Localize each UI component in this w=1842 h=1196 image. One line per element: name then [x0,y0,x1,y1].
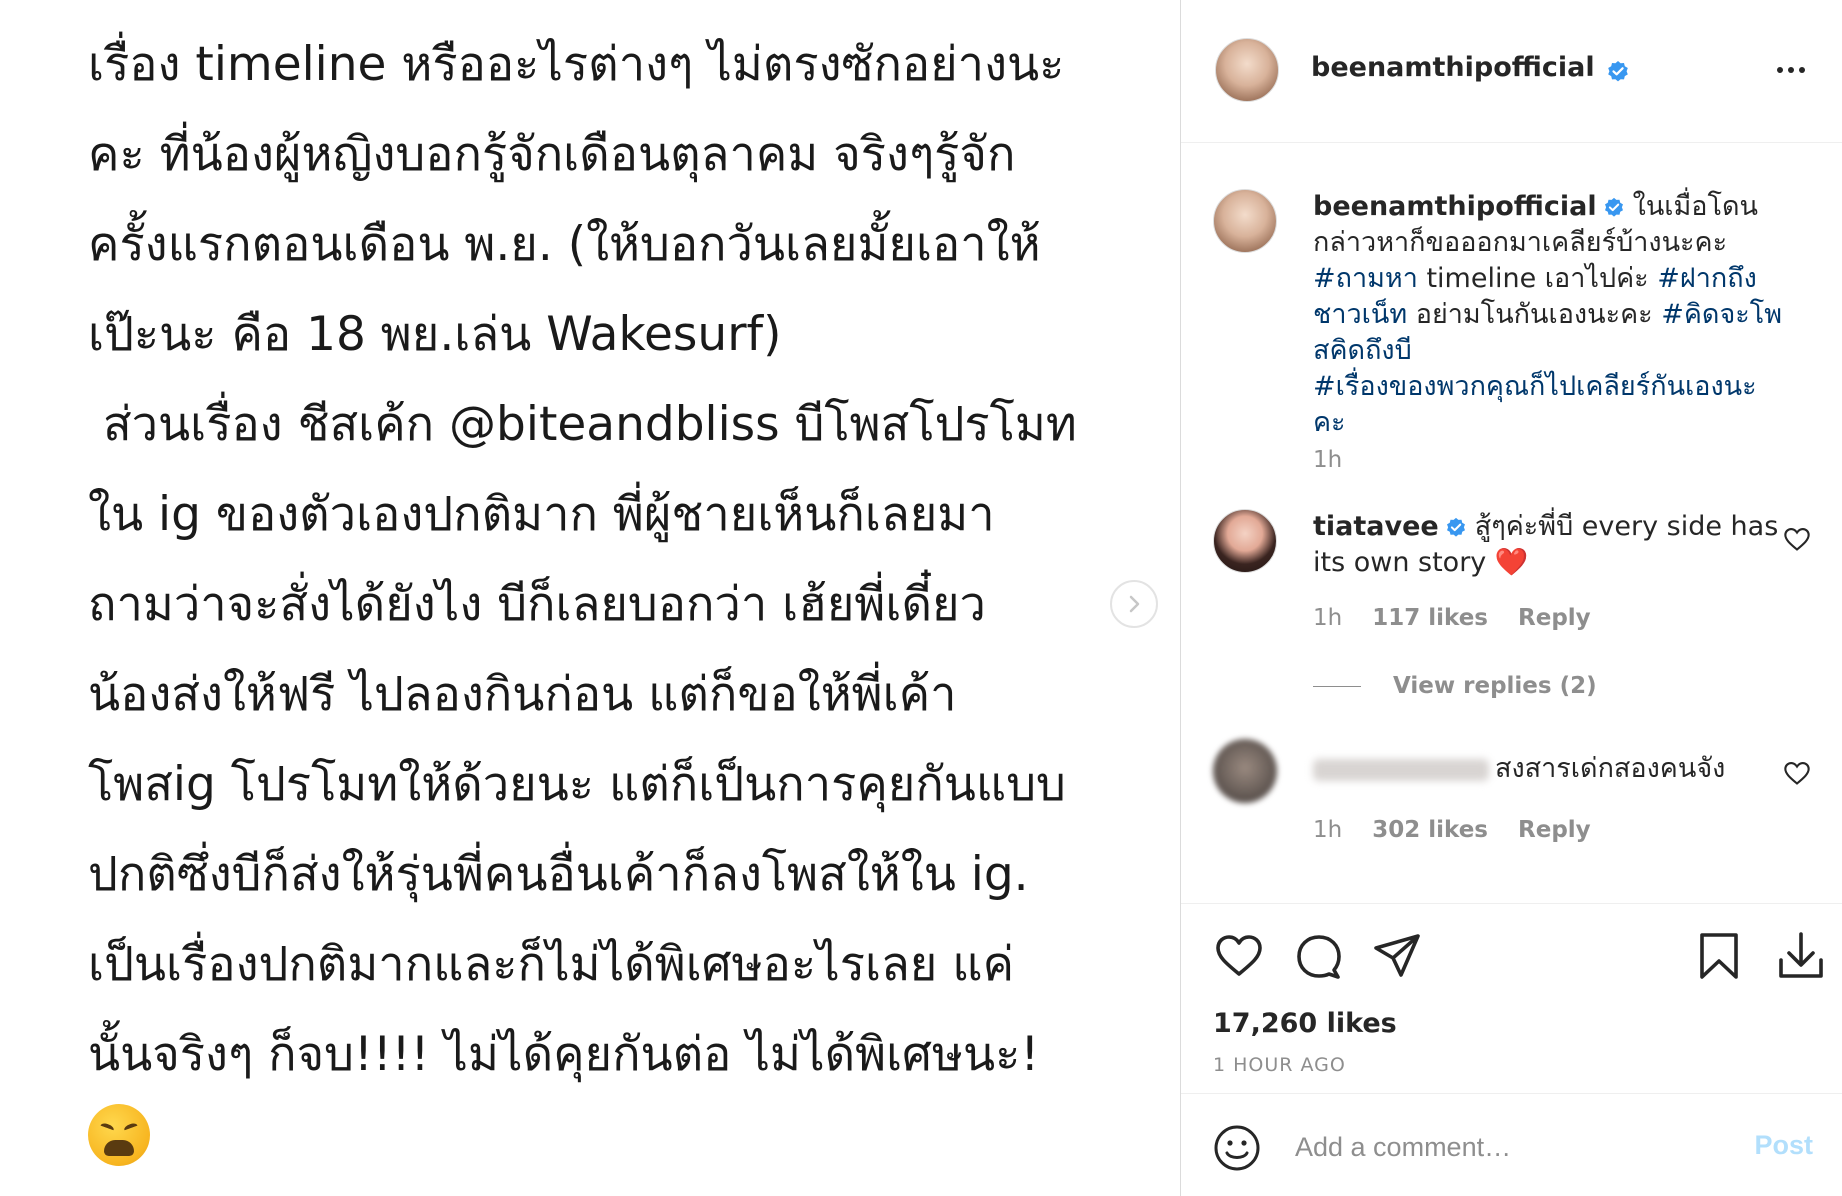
post-side-panel: beenamthipofficial beenamthipofficial ใน… [1180,0,1842,1196]
caption-text: timeline เอาไปค่ะ [1417,263,1658,294]
post-likes-count[interactable]: 17,260 likes [1213,1008,1397,1039]
post-text-line: โพสig โปรโมทให้ด้วยนะ แต่ก็เป็นการคุยกัน… [88,757,1066,812]
view-replies-button[interactable]: View replies (2) [1313,673,1597,699]
avatar[interactable] [1213,189,1277,253]
reply-button[interactable]: Reply [1518,605,1591,631]
avatar[interactable] [1213,739,1277,803]
like-heart-icon[interactable] [1213,930,1265,982]
view-replies-label: View replies (2) [1393,673,1597,699]
verified-badge-icon [1446,517,1465,537]
post-image-text: เรื่อง timeline หรืออะไรต่างๆ ไม่ตรงซักอ… [88,20,1148,1100]
post-header: beenamthipofficial [1181,0,1842,143]
header-username[interactable]: beenamthipofficial [1311,52,1595,83]
like-comment-heart-icon[interactable] [1783,525,1811,553]
share-paper-plane-icon[interactable] [1371,930,1423,982]
more-dots-icon [1777,67,1805,73]
caption-time[interactable]: 1h [1313,447,1342,473]
comment-meta: 1h 302 likes Reply [1313,817,1613,843]
comment-text: สงสารเด่กสองคนจัง [1495,753,1726,784]
post-text-line: เป๊ะนะ คือ 18 พย.เล่น Wakesurf) [88,307,782,362]
post-image: เรื่อง timeline หรืออะไรต่างๆ ไม่ตรงซักอ… [0,0,1180,1196]
next-slide-button[interactable] [1110,580,1158,628]
hashtag-link[interactable]: #เรื่องของพวกคุณก็ไปเคลียร์กันเองนะคะ [1313,371,1757,438]
verified-badge-icon [1604,197,1623,217]
comment-body: สงสารเด่กสองคนจัง [1313,751,1783,787]
weary-face-emoji [88,1104,150,1166]
post-text-line: ใน ig ของตัวเองปกติมาก พี่ผู้ชายเห็นก็เล… [88,487,995,542]
reply-button[interactable]: Reply [1518,817,1591,843]
comment-username[interactable]: tiatavee [1313,511,1439,542]
post-text-line: เรื่อง timeline หรืออะไรต่างๆ ไม่ตรงซักอ… [88,37,1065,92]
divider [1313,685,1361,687]
post-text-line: ปกติซึ่งบีก็ส่งให้รุ่นพี่คนอื่นเค้าก็ลงโ… [88,847,1029,902]
more-options-button[interactable] [1769,48,1813,92]
chevron-right-icon [1129,595,1140,613]
caption-body: beenamthipofficial ในเมื่อโดนกล่าวหาก็ขอ… [1313,189,1783,441]
post-text-line: คะ ที่น้องผู้หญิงบอกรู้จักเดือนตุลาคม จร… [88,127,1016,182]
red-heart-emoji: ❤️ [1494,547,1529,578]
blurred-username[interactable] [1313,758,1489,781]
post-text-line: ครั้งแรกตอนเดือน พ.ย. (ให้บอกวันเลยมั้ยเ… [88,217,1041,272]
comment-time[interactable]: 1h [1313,817,1342,843]
add-comment-bar: Post [1181,1093,1842,1196]
emoji-picker-icon[interactable] [1213,1124,1261,1172]
comment-likes[interactable]: 302 likes [1372,817,1488,843]
verified-badge-icon [1607,60,1628,81]
bookmark-icon[interactable] [1693,930,1745,982]
avatar[interactable] [1215,38,1279,102]
post-comment-button[interactable]: Post [1754,1130,1813,1161]
caption-meta: 1h [1313,447,1364,473]
post-text-line: น้องส่งให้ฟรี ไปลองกินก่อน แต่ก็ขอให้พี่… [88,667,957,722]
comment-meta: 1h 117 likes Reply [1313,605,1613,631]
post-text-line: นั้นจริงๆ ก็จบ!!!! ไม่ได้คุยกันต่อ ไม่ได… [88,1027,1040,1082]
post-actions: 17,260 likes 1 HOUR AGO [1181,903,1842,1093]
comment-likes[interactable]: 117 likes [1372,605,1488,631]
caption-text: อย่ามโนกันเองนะคะ [1407,299,1662,330]
comment-bubble-icon[interactable] [1293,930,1345,982]
add-comment-input[interactable] [1295,1122,1725,1172]
like-comment-heart-icon[interactable] [1783,759,1811,787]
comment-time[interactable]: 1h [1313,605,1342,631]
caption-username[interactable]: beenamthipofficial [1313,191,1597,222]
download-icon[interactable] [1775,930,1827,982]
avatar[interactable] [1213,509,1277,573]
header-user: beenamthipofficial [1311,52,1630,84]
post-timestamp[interactable]: 1 HOUR AGO [1213,1054,1346,1076]
comments-list: beenamthipofficial ในเมื่อโดนกล่าวหาก็ขอ… [1181,143,1842,903]
hashtag-link[interactable]: #ถามหา [1313,263,1418,294]
post-text-line: ถามว่าจะสั่งได้ยังไง บีก็เลยบอกว่า เฮ้ยพ… [88,577,986,632]
comment-body: tiatavee สู้ๆค่ะพี่บี every side has its… [1313,509,1783,581]
post-text-line: ส่วนเรื่อง ชีสเค้ก @biteandbliss บีโพสโป… [88,397,1077,452]
post-text-line: เป็นเรื่องปกติมากและก็ไม่ได้พิเศษอะไรเลย… [88,937,1015,992]
